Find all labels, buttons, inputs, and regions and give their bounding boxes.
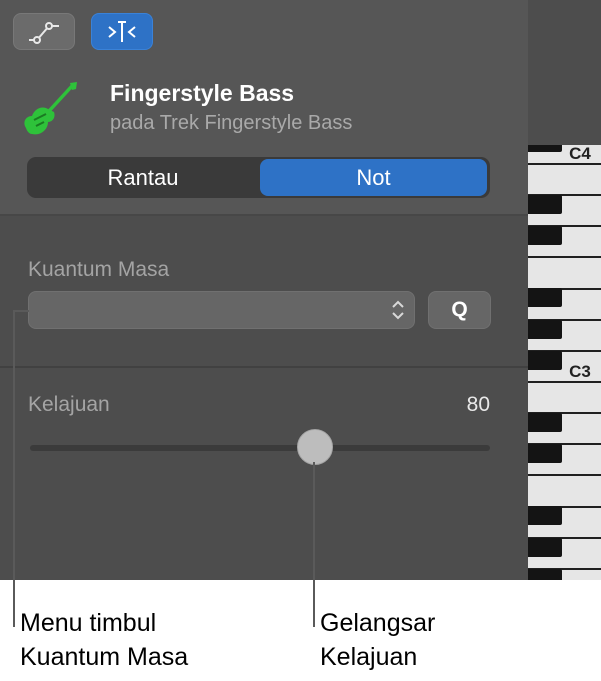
black-key[interactable]	[528, 288, 562, 307]
black-key[interactable]	[528, 195, 562, 214]
popup-callout-line1: Menu timbul	[20, 609, 157, 637]
popup-callout-tick	[13, 310, 29, 312]
view-segmented-control: Rantau Not	[27, 157, 490, 198]
black-key[interactable]	[528, 444, 562, 463]
popup-callout-text: Menu timbul Kuantum Masa	[20, 606, 188, 674]
chevron-up-down-icon	[392, 300, 404, 320]
velocity-label: Kelajuan	[28, 393, 110, 416]
black-key[interactable]	[528, 226, 562, 245]
piano-roll-inspector-panel: Fingerstyle Bass pada Trek Fingerstyle B…	[0, 0, 601, 580]
black-key[interactable]	[528, 538, 562, 557]
white-key-divider	[528, 474, 601, 476]
slider-callout-line	[313, 462, 315, 627]
automation-curve-icon	[29, 21, 59, 44]
quantize-button[interactable]: Q	[428, 291, 491, 329]
white-key-divider	[528, 256, 601, 258]
time-quantize-label: Kuantum Masa	[28, 258, 170, 281]
black-key[interactable]	[528, 145, 562, 152]
header-divider	[0, 214, 528, 216]
automation-button[interactable]	[13, 13, 75, 50]
velocity-slider-thumb[interactable]	[297, 429, 334, 465]
quantize-align-icon	[108, 20, 136, 42]
slider-callout-line1: Gelangsar	[320, 609, 436, 637]
track-subtitle: pada Trek Fingerstyle Bass	[110, 112, 353, 134]
bass-guitar-icon	[24, 82, 77, 135]
black-key[interactable]	[528, 506, 562, 525]
track-name: Fingerstyle Bass	[110, 80, 295, 106]
section-divider	[0, 366, 528, 368]
black-key[interactable]	[528, 351, 562, 370]
octave-label-c4: C4	[569, 145, 591, 163]
tab-region[interactable]: Rantau	[29, 159, 257, 196]
black-key[interactable]	[528, 569, 562, 580]
quantize-tool-button[interactable]	[91, 13, 153, 50]
velocity-slider-track[interactable]	[30, 445, 490, 451]
velocity-value: 80	[466, 393, 490, 416]
black-key[interactable]	[528, 413, 562, 432]
black-key[interactable]	[528, 320, 562, 339]
time-quantize-popup-menu[interactable]	[28, 291, 415, 329]
piano-keyboard[interactable]: C4 C3	[528, 145, 601, 580]
popup-callout-line2: Kuantum Masa	[20, 643, 189, 671]
tab-notes[interactable]: Not	[260, 159, 487, 196]
slider-callout-line2: Kelajuan	[320, 643, 418, 671]
popup-callout-line	[13, 311, 15, 627]
slider-callout-text: Gelangsar Kelajuan	[320, 606, 435, 674]
octave-label-c3: C3	[569, 362, 591, 381]
